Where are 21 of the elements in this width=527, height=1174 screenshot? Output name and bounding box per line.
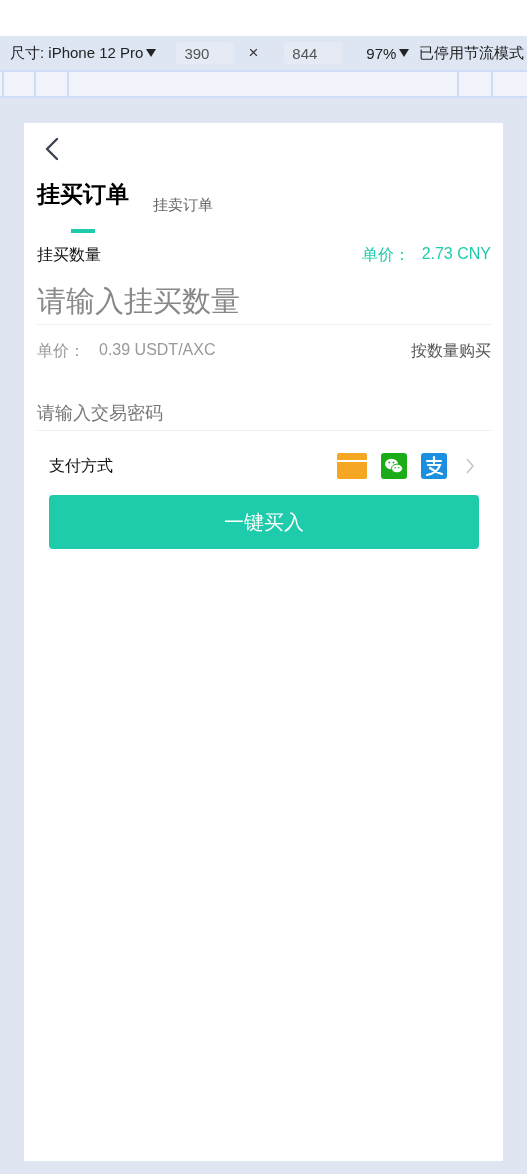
price-value: 2.73 CNY [421,244,491,264]
chat-bubbles-icon [381,453,407,479]
tab[interactable]: 挂买订单 [37,179,129,235]
device-dropdown[interactable]: 尺寸: iPhone 12 Pro [0,43,157,63]
card-icon [337,453,367,479]
width-field[interactable]: 390 [176,42,235,64]
caret-icon [399,49,410,57]
throttling-dropdown[interactable]: 已停用节流模式 [409,43,525,63]
price-label: 单价： [361,244,410,265]
chevron-right-icon [465,457,475,475]
tab[interactable]: 挂卖订单 [153,179,213,235]
caret-icon [146,49,157,57]
quantity-label: 挂买数量 [37,244,101,265]
times-label: × [248,43,259,63]
unit-price-value: 0.39 USDT/AXC [99,340,216,360]
payment-method-row[interactable]: 支付方式 [49,451,475,481]
zoom-dropdown[interactable]: 97% [356,44,410,62]
height-field[interactable]: 844 [284,42,343,64]
wallet-app-icon [421,453,447,479]
buy-mode-link[interactable]: 按数量购买 [411,340,491,362]
unit-price-label: 单价： [37,340,85,361]
